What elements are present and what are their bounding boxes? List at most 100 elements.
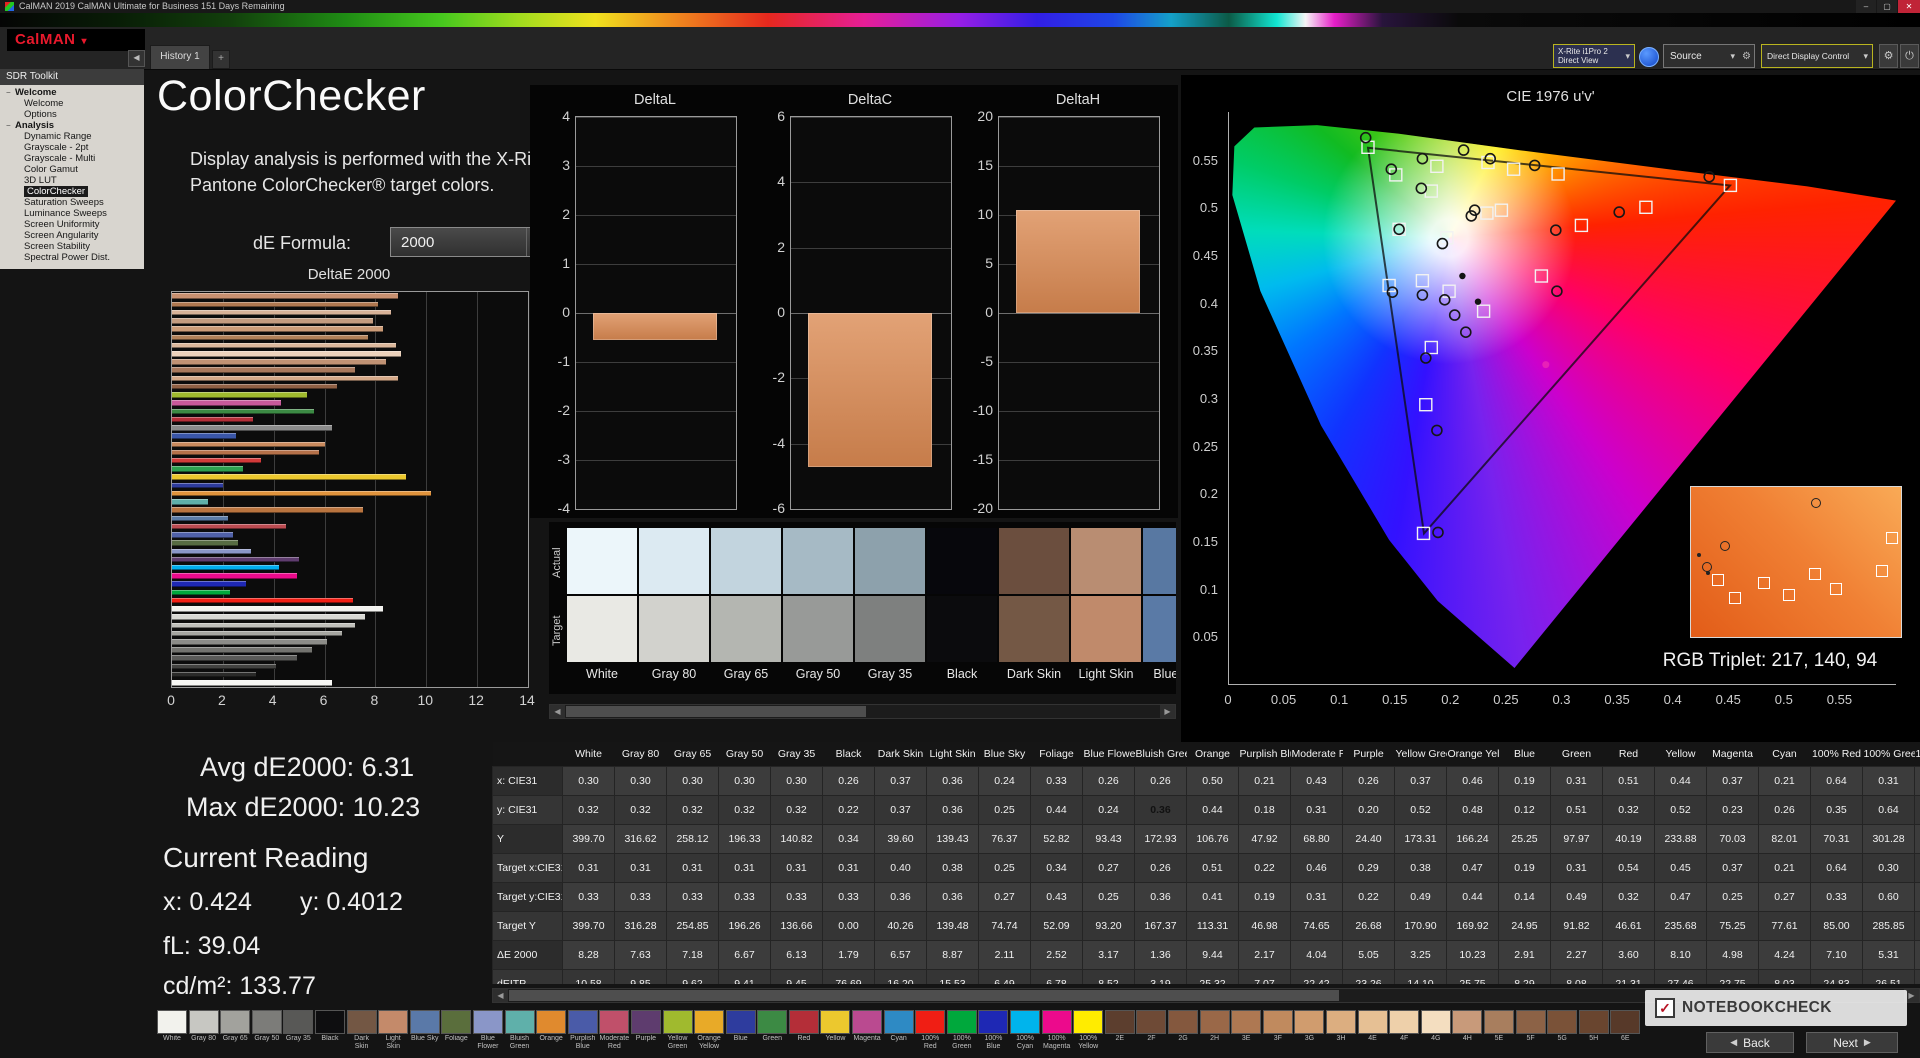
patch-swatch-item[interactable]: Cyan bbox=[883, 1010, 914, 1051]
calman-logo[interactable]: CalMAN ▾ bbox=[7, 29, 145, 51]
sidebar-item-grayscale-multi[interactable]: Grayscale - Multi bbox=[0, 153, 144, 164]
close-button[interactable]: ✕ bbox=[1898, 0, 1920, 13]
patch-swatch-item[interactable]: Green bbox=[757, 1010, 788, 1051]
patch-swatch-item[interactable]: 4F bbox=[1389, 1010, 1420, 1051]
patch-swatch-item[interactable]: Purple bbox=[630, 1010, 661, 1051]
sidebar-item-color-gamut[interactable]: Color Gamut bbox=[0, 164, 144, 175]
sidebar-collapse-button[interactable]: ◀ bbox=[128, 50, 145, 67]
scrollbar-thumb[interactable] bbox=[509, 990, 1339, 1001]
display-control-dropdown[interactable]: Direct Display Control ▾ bbox=[1761, 44, 1873, 68]
patch-swatch-item[interactable]: 100% Cyan bbox=[1010, 1010, 1041, 1051]
patch-swatch-color bbox=[1073, 1010, 1104, 1034]
sidebar-item-colorchecker[interactable]: ColorChecker bbox=[0, 186, 144, 197]
table-cell: 166.24 bbox=[1446, 824, 1499, 854]
source-dropdown[interactable]: Source ▾ ⚙ bbox=[1663, 44, 1755, 68]
sidebar-item-welcome[interactable]: − Welcome bbox=[0, 87, 144, 98]
selected-cell[interactable]: 0.36 bbox=[1134, 795, 1187, 825]
patch-swatch-item[interactable]: Black bbox=[314, 1010, 345, 1051]
patch-swatch-item[interactable]: Gray 65 bbox=[220, 1010, 251, 1051]
sidebar-item-dynamic-range[interactable]: Dynamic Range bbox=[0, 131, 144, 142]
table-cell: 2.17 bbox=[1238, 940, 1291, 970]
power-button[interactable]: ⏻ bbox=[1900, 44, 1919, 68]
table-col-header: Red bbox=[1602, 742, 1655, 767]
patch-swatch-item[interactable]: Yellow Green bbox=[662, 1010, 693, 1051]
patch-swatch-item[interactable]: 3G bbox=[1294, 1010, 1325, 1051]
patch-swatch-item[interactable]: Blue Sky bbox=[409, 1010, 440, 1051]
tab-history-1[interactable]: History 1 bbox=[150, 45, 210, 69]
sidebar-item-welcome[interactable]: Welcome bbox=[0, 98, 144, 109]
chevron-down-icon: ▾ bbox=[1730, 50, 1736, 61]
patch-swatch-item[interactable]: White bbox=[157, 1010, 187, 1051]
patch-swatch-item[interactable]: Red bbox=[788, 1010, 819, 1051]
table-cell: 0.30 bbox=[770, 766, 823, 796]
patch-swatch-item[interactable]: 100% Magenta bbox=[1041, 1010, 1072, 1051]
patch-swatch-item[interactable]: Gray 80 bbox=[188, 1010, 219, 1051]
table-cell: 70.03 bbox=[1706, 824, 1759, 854]
patch-swatch-item[interactable]: 2E bbox=[1104, 1010, 1135, 1051]
patch-swatch-item[interactable]: 5F bbox=[1515, 1010, 1546, 1051]
gridline bbox=[999, 411, 1159, 412]
patch-swatch-item[interactable]: 4G bbox=[1420, 1010, 1451, 1051]
patch-swatch-item[interactable]: Moderate Red bbox=[599, 1010, 630, 1051]
patch-swatch-item[interactable]: 100% Green bbox=[946, 1010, 977, 1051]
back-button[interactable]: ◀ Back bbox=[1706, 1032, 1794, 1053]
patch-swatch-item[interactable]: Orange Yellow bbox=[694, 1010, 725, 1051]
scroll-left-icon[interactable]: ◀ bbox=[550, 705, 565, 718]
patch-swatch-item[interactable]: 100% Red bbox=[915, 1010, 946, 1051]
sidebar-item-screen-uniformity[interactable]: Screen Uniformity bbox=[0, 219, 144, 230]
patch-swatch-item[interactable]: Light Skin bbox=[378, 1010, 409, 1051]
sidebar-item-3d-lut[interactable]: 3D LUT bbox=[0, 175, 144, 186]
patch-swatch-item[interactable]: 2H bbox=[1199, 1010, 1230, 1051]
patch-swatch-item[interactable]: 5H bbox=[1578, 1010, 1609, 1051]
patch-swatch-item[interactable]: 3F bbox=[1262, 1010, 1293, 1051]
patch-swatch-item[interactable]: Gray 50 bbox=[251, 1010, 282, 1051]
patch-swatch-item[interactable]: 5G bbox=[1547, 1010, 1578, 1051]
patch-swatch-item[interactable]: Blue Flower bbox=[472, 1010, 503, 1051]
patch-swatch-item[interactable]: 2F bbox=[1136, 1010, 1167, 1051]
table-cell: 9.62 bbox=[666, 969, 719, 984]
delta-e-chart-title: DeltaE 2000 bbox=[307, 266, 391, 283]
patch-swatch-item[interactable]: 2G bbox=[1168, 1010, 1198, 1051]
patch-swatch-item[interactable]: 100% Blue bbox=[978, 1010, 1009, 1051]
sidebar-item-screen-stability[interactable]: Screen Stability bbox=[0, 241, 144, 252]
patch-swatch-item[interactable]: Magenta bbox=[852, 1010, 883, 1051]
patch-swatch-item[interactable]: 4H bbox=[1452, 1010, 1483, 1051]
patch-swatch-item[interactable]: Orange bbox=[536, 1010, 567, 1051]
maximize-button[interactable]: ▢ bbox=[1877, 0, 1897, 13]
patch-swatch-item[interactable]: Foliage bbox=[441, 1010, 472, 1051]
patch-swatch-item[interactable]: Gray 35 bbox=[283, 1010, 314, 1051]
sidebar-item-luminance-sweeps[interactable]: Luminance Sweeps bbox=[0, 208, 144, 219]
next-button[interactable]: Next ▶ bbox=[1806, 1032, 1898, 1053]
patch-swatch-item[interactable]: 3E bbox=[1231, 1010, 1262, 1051]
tree-collapse-icon[interactable]: − bbox=[6, 87, 15, 98]
sidebar-item-spectral-power-dist-[interactable]: Spectral Power Dist. bbox=[0, 252, 144, 263]
patch-swatch-item[interactable]: Dark Skin bbox=[346, 1010, 377, 1051]
de-formula-select[interactable]: 2000 ▾ bbox=[390, 227, 552, 257]
sidebar-item-grayscale-2pt[interactable]: Grayscale - 2pt bbox=[0, 142, 144, 153]
patch-swatch-item[interactable]: 6E bbox=[1610, 1010, 1641, 1051]
patch-swatch-item[interactable]: Blue bbox=[725, 1010, 756, 1051]
sidebar-item-screen-angularity[interactable]: Screen Angularity bbox=[0, 230, 144, 241]
scrollbar-thumb[interactable] bbox=[566, 706, 866, 717]
meter-dropdown[interactable]: X-Rite i1Pro 2 Direct View ▾ bbox=[1553, 44, 1635, 68]
patch-swatch-item[interactable]: 5E bbox=[1483, 1010, 1514, 1051]
scroll-left-icon[interactable]: ◀ bbox=[493, 989, 508, 1002]
patch-swatch-item[interactable]: 100% Yellow bbox=[1073, 1010, 1104, 1051]
add-tab-button[interactable]: + bbox=[212, 50, 230, 69]
patch-swatch-item[interactable]: Yellow bbox=[820, 1010, 851, 1051]
patch-swatch-item[interactable]: Purplish Blue bbox=[567, 1010, 598, 1051]
patch-swatch-item[interactable]: 3H bbox=[1325, 1010, 1356, 1051]
patch-swatch-item[interactable]: 4E bbox=[1357, 1010, 1388, 1051]
tree-collapse-icon[interactable]: − bbox=[6, 120, 15, 131]
sidebar-item-saturation-sweeps[interactable]: Saturation Sweeps bbox=[0, 197, 144, 208]
minimize-button[interactable]: – bbox=[1856, 0, 1876, 13]
patch-swatch-item[interactable]: Bluish Green bbox=[504, 1010, 535, 1051]
table-cell: 10.58 bbox=[562, 969, 615, 984]
patch-strip-scrollbar[interactable]: ◀ ▶ bbox=[549, 704, 1176, 719]
gear-icon[interactable]: ⚙ bbox=[1739, 51, 1754, 62]
scroll-right-icon[interactable]: ▶ bbox=[1160, 705, 1175, 718]
settings-gear-button[interactable]: ⚙ bbox=[1879, 44, 1898, 68]
patch-column: Black bbox=[927, 528, 997, 681]
sidebar-item-options[interactable]: Options bbox=[0, 109, 144, 120]
sidebar-item-analysis[interactable]: − Analysis bbox=[0, 120, 144, 131]
